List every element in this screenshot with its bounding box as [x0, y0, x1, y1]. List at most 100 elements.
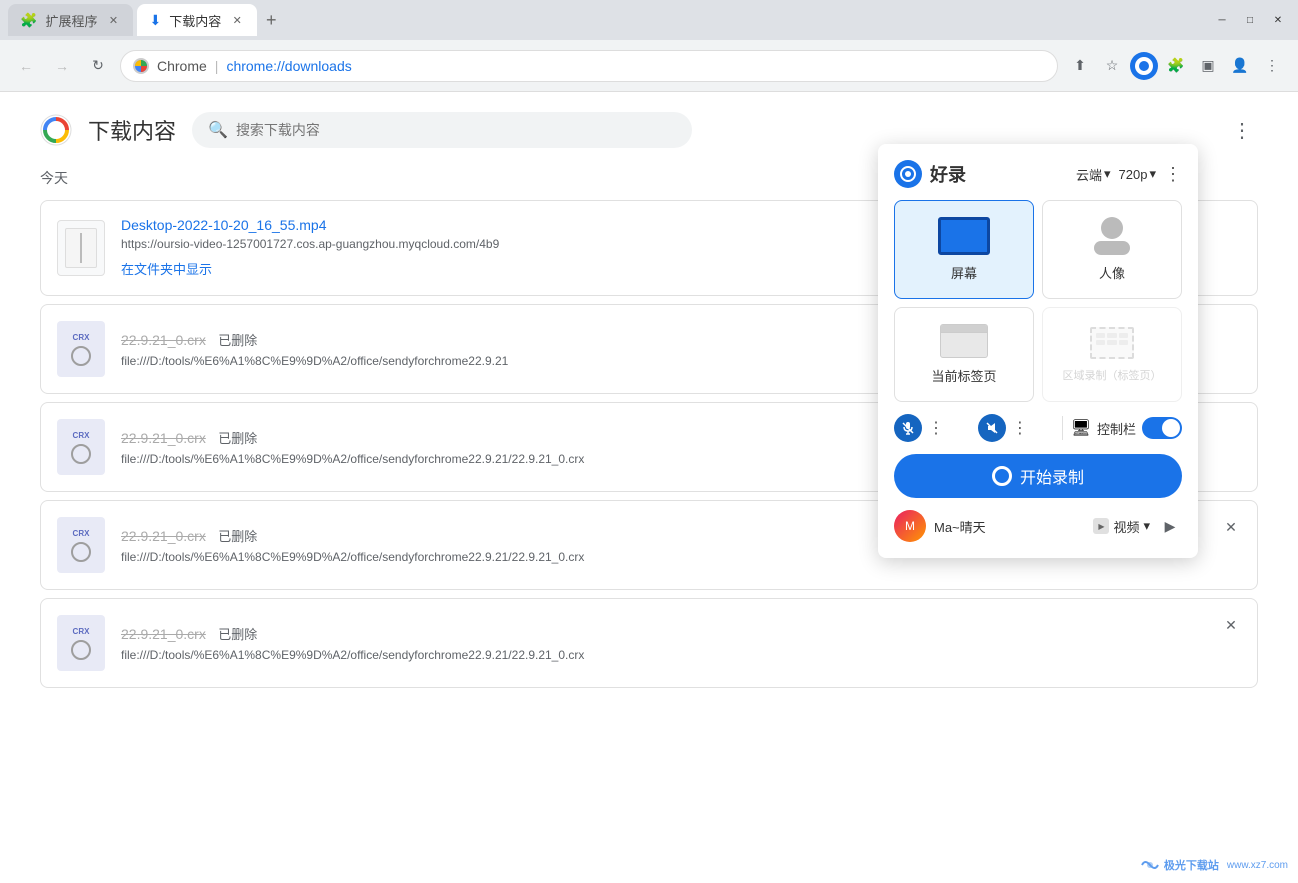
- system-audio-more-button[interactable]: ⋮: [1012, 418, 1028, 438]
- tab-extensions-label: 扩展程序: [45, 11, 97, 30]
- back-button[interactable]: ←: [12, 52, 40, 80]
- forward-button[interactable]: →: [48, 52, 76, 80]
- control-bar-label: 控制栏: [1097, 419, 1136, 438]
- tab-close-downloads[interactable]: ✕: [229, 12, 245, 28]
- mode-tab[interactable]: 当前标签页: [894, 307, 1034, 402]
- play-icon: ▶: [1093, 518, 1109, 534]
- tab-downloads-label: 下载内容: [169, 11, 221, 30]
- popup-more-button[interactable]: ⋮: [1164, 164, 1182, 185]
- search-icon: 🔍: [208, 120, 228, 140]
- popup-header: 好录 云端 ▾ 720p ▾ ⋮: [894, 160, 1182, 188]
- mode-person-label: 人像: [1099, 263, 1125, 282]
- start-btn-label: 开始录制: [1020, 464, 1084, 488]
- mode-region-label: 区域录制（标签页）: [1063, 367, 1162, 383]
- toolbar-icons: ⬆ ☆ 🧩 ▣ 👤 ⋮: [1066, 52, 1286, 80]
- popup-controls: 云端 ▾ 720p ▾ ⋮: [1076, 164, 1182, 185]
- extension-active-icon[interactable]: [1130, 52, 1158, 80]
- google-logo: [40, 114, 72, 146]
- search-box[interactable]: 🔍: [192, 112, 692, 148]
- quality-dropdown[interactable]: 720p ▾: [1119, 166, 1156, 182]
- quality-label: 720p: [1119, 167, 1148, 182]
- mode-tab-label: 当前标签页: [931, 366, 996, 385]
- deleted-badge: 已删除: [218, 529, 257, 544]
- share-icon[interactable]: ⬆: [1066, 52, 1094, 80]
- download-action[interactable]: 在文件夹中显示: [121, 259, 212, 278]
- person-mode-icon: [1094, 217, 1130, 255]
- cloud-chevron-icon: ▾: [1104, 166, 1111, 182]
- mode-region: 区域录制（标签页）: [1042, 307, 1182, 402]
- crx-file-icon: CRX: [57, 419, 105, 475]
- download-name-deleted: 22.9.21_0.crx: [121, 626, 206, 642]
- tab-downloads[interactable]: ⬇ 下载内容 ✕: [137, 4, 257, 36]
- screen-icon-small: 🖥: [1071, 418, 1091, 438]
- deleted-badge: 已删除: [218, 627, 257, 642]
- tab-close-extensions[interactable]: ✕: [105, 12, 121, 28]
- video-dropdown[interactable]: ▶ 视频 ▾: [1093, 517, 1150, 536]
- file-icon: [57, 220, 105, 276]
- system-audio-icon[interactable]: [978, 414, 1006, 442]
- crx-file-icon: CRX: [57, 517, 105, 573]
- download-url: file:///D:/tools/%E6%A1%8C%E9%9D%A2/offi…: [121, 550, 621, 564]
- extensions-icon[interactable]: 🧩: [1162, 52, 1190, 80]
- chrome-window: 🧩 扩展程序 ✕ ⬇ 下载内容 ✕ + ─ □ ✕ ← → ↻ Chrome |…: [0, 0, 1298, 883]
- user-action-button[interactable]: ▶: [1158, 514, 1182, 538]
- refresh-button[interactable]: ↻: [84, 52, 112, 80]
- download-url: file:///D:/tools/%E6%A1%8C%E9%9D%A2/offi…: [121, 354, 621, 368]
- watermark-url: www.xz7.com: [1227, 860, 1288, 871]
- content-area: 下载内容 🔍 ⋮ 今天 Desktop-2022-10-20_16_55.mp4…: [0, 92, 1298, 883]
- mode-screen[interactable]: 屏幕: [894, 200, 1034, 299]
- deleted-badge: 已删除: [218, 333, 257, 348]
- download-url: file:///D:/tools/%E6%A1%8C%E9%9D%A2/offi…: [121, 452, 621, 466]
- new-tab-button[interactable]: +: [257, 6, 285, 34]
- profile-icon[interactable]: 👤: [1226, 52, 1254, 80]
- download-url: file:///D:/tools/%E6%A1%8C%E9%9D%A2/offi…: [121, 648, 621, 662]
- tab-mode-icon: [940, 324, 988, 358]
- brand-icon: [894, 160, 922, 188]
- video-chevron-icon: ▾: [1143, 518, 1150, 534]
- tab-extensions[interactable]: 🧩 扩展程序 ✕: [8, 4, 133, 36]
- mic-control: ⋮: [894, 414, 970, 442]
- address-input[interactable]: Chrome | chrome://downloads: [120, 50, 1058, 82]
- crx-file-icon: CRX: [57, 321, 105, 377]
- popup-brand-name: 好录: [930, 161, 966, 187]
- video-label: 视频: [1113, 517, 1139, 536]
- mode-person[interactable]: 人像: [1042, 200, 1182, 299]
- title-bar: 🧩 扩展程序 ✕ ⬇ 下载内容 ✕ + ─ □ ✕: [0, 0, 1298, 40]
- download-url: https://oursio-video-1257001727.cos.ap-g…: [121, 237, 621, 251]
- site-favicon: [133, 58, 149, 74]
- start-recording-button[interactable]: 开始录制: [894, 454, 1182, 498]
- sidebar-icon[interactable]: ▣: [1194, 52, 1222, 80]
- address-bar: ← → ↻ Chrome | chrome://downloads ⬆ ☆ 🧩 …: [0, 40, 1298, 92]
- region-mode-icon: [1090, 327, 1134, 359]
- bookmark-icon[interactable]: ☆: [1098, 52, 1126, 80]
- watermark: 极光下载站 www.xz7.com: [1140, 857, 1288, 873]
- item-close-button[interactable]: ✕: [1221, 615, 1241, 635]
- search-input[interactable]: [236, 122, 676, 138]
- mode-grid: 屏幕 人像: [894, 200, 1182, 402]
- recording-popup: 好录 云端 ▾ 720p ▾ ⋮: [878, 144, 1198, 558]
- toggle-thumb: [1162, 419, 1180, 437]
- screen-mode-icon: [938, 217, 990, 255]
- item-close-button[interactable]: ✕: [1221, 517, 1241, 537]
- user-avatar: M: [894, 510, 926, 542]
- menu-icon[interactable]: ⋮: [1258, 52, 1286, 80]
- restore-button[interactable]: □: [1238, 8, 1262, 32]
- download-name-deleted: 22.9.21_0.crx: [121, 332, 206, 348]
- watermark-text: 极光下载站: [1164, 857, 1219, 873]
- record-circle-icon: [992, 466, 1012, 486]
- address-brand: Chrome: [157, 58, 207, 74]
- cloud-dropdown[interactable]: 云端 ▾: [1076, 165, 1111, 184]
- download-name-deleted: 22.9.21_0.crx: [121, 528, 206, 544]
- more-button[interactable]: ⋮: [1226, 114, 1258, 146]
- page-title: 下载内容: [88, 114, 176, 146]
- deleted-badge: 已删除: [218, 431, 257, 446]
- download-name-deleted: 22.9.21_0.crx: [121, 430, 206, 446]
- control-bar-toggle[interactable]: [1142, 417, 1182, 439]
- mic-more-button[interactable]: ⋮: [928, 418, 944, 438]
- minimize-button[interactable]: ─: [1210, 8, 1234, 32]
- mic-icon[interactable]: [894, 414, 922, 442]
- close-button[interactable]: ✕: [1266, 8, 1290, 32]
- download-tab-icon: ⬇: [149, 12, 161, 29]
- popup-brand: 好录: [894, 160, 966, 188]
- mode-screen-label: 屏幕: [951, 263, 977, 282]
